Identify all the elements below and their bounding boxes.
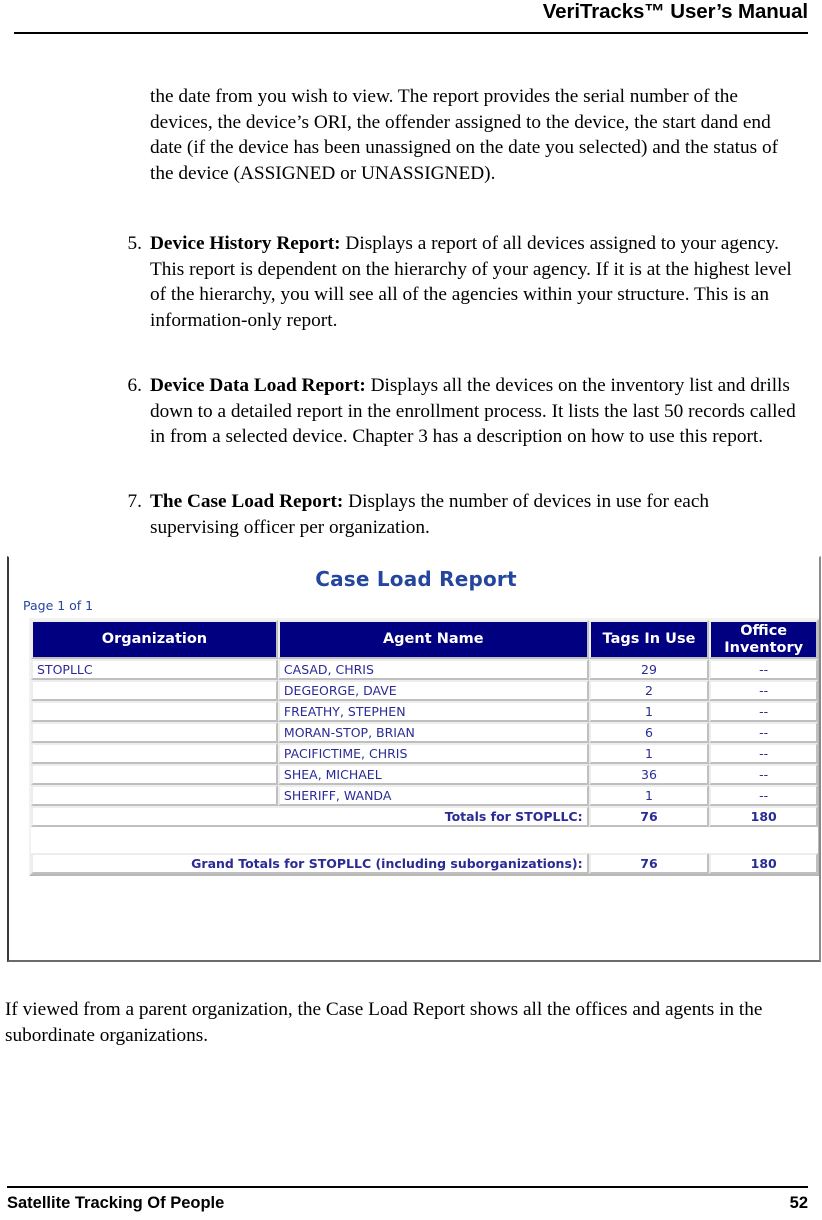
column-header-office-inventory-line2: Inventory <box>724 639 804 656</box>
cell-office-inventory: -- <box>709 680 818 701</box>
cell-tags-in-use: 1 <box>588 701 710 722</box>
page-footer: Satellite Tracking Of People 52 <box>7 1186 808 1220</box>
spacer-cell <box>709 827 818 853</box>
cell-office-inventory: -- <box>709 764 818 785</box>
cell-office-inventory: -- <box>709 701 818 722</box>
cell-tags-in-use: 2 <box>588 680 710 701</box>
cell-grand-totals-tags-in-use: 76 <box>588 853 710 874</box>
table-grand-totals-row: Grand Totals for STOPLLC (including subo… <box>31 853 818 874</box>
table-spacer-row <box>31 827 818 853</box>
cell-office-inventory: -- <box>709 659 818 680</box>
cell-agent-name: DEGEORGE, DAVE <box>277 680 589 701</box>
table-totals-row: Totals for STOPLLC: 76 180 <box>31 806 818 827</box>
report-title: Case Load Report <box>315 567 517 591</box>
footer-divider <box>7 1186 808 1188</box>
list-item-number: 5. <box>127 233 142 254</box>
cell-organization <box>31 680 278 701</box>
cell-organization <box>31 764 278 785</box>
column-header-agent-name[interactable]: Agent Name <box>277 620 589 659</box>
case-load-report-table: Organization Agent Name Tags In Use Offi… <box>29 618 819 876</box>
cell-grand-totals-office-inventory: 180 <box>709 853 818 874</box>
footer-page-number: 52 <box>789 1194 808 1212</box>
column-header-office-inventory[interactable]: Office Inventory <box>709 620 818 659</box>
column-header-agent-name-label: Agent Name <box>382 631 484 647</box>
cell-organization: STOPLLC <box>31 659 278 680</box>
spacer-cell <box>588 827 710 853</box>
list-item-body: Device Data Load Report: Displays all th… <box>150 373 796 450</box>
cell-agent-name: SHEA, MICHAEL <box>277 764 589 785</box>
list-item-number: 6. <box>127 375 142 396</box>
list-item: 7. The Case Load Report: Displays the nu… <box>114 489 796 540</box>
table-row: STOPLLC CASAD, CHRIS 29 -- <box>31 659 818 680</box>
column-header-organization[interactable]: Organization <box>31 620 278 659</box>
cell-agent-name: PACIFICTIME, CHRIS <box>277 743 589 764</box>
header-divider <box>14 32 808 34</box>
manual-title: VeriTracks™ User’s Manual <box>542 0 808 23</box>
list-item-number: 7. <box>127 491 142 512</box>
list-item-title: The Case Load Report: <box>150 491 344 512</box>
table-header: Organization Agent Name Tags In Use Offi… <box>31 620 818 659</box>
cell-office-inventory: -- <box>709 743 818 764</box>
list-item-title: Device History Report: <box>150 233 341 254</box>
case-load-report-screenshot: Case Load Report Page 1 of 1 Organizatio… <box>7 556 821 962</box>
cell-tags-in-use: 29 <box>588 659 710 680</box>
closing-paragraph: If viewed from a parent organization, th… <box>5 999 763 1046</box>
cell-organization <box>31 785 278 806</box>
table-row: MORAN-STOP, BRIAN 6 -- <box>31 722 818 743</box>
table-row: SHERIFF, WANDA 1 -- <box>31 785 818 806</box>
cell-organization <box>31 743 278 764</box>
cell-agent-name: CASAD, CHRIS <box>277 659 589 680</box>
list-item-body: The Case Load Report: Displays the numbe… <box>150 489 796 540</box>
cell-office-inventory: -- <box>709 785 818 806</box>
spacer-cell <box>31 827 278 853</box>
intro-paragraph: the date from you wish to view. The repo… <box>150 86 779 184</box>
cell-totals-office-inventory: 180 <box>709 806 818 827</box>
table-row: DEGEORGE, DAVE 2 -- <box>31 680 818 701</box>
table-row: PACIFICTIME, CHRIS 1 -- <box>31 743 818 764</box>
column-header-organization-label: Organization <box>101 631 208 647</box>
cell-organization <box>31 701 278 722</box>
list-item: 6. Device Data Load Report: Displays all… <box>114 373 796 450</box>
column-header-tags-in-use[interactable]: Tags In Use <box>588 620 710 659</box>
table-body: STOPLLC CASAD, CHRIS 29 -- DEGEORGE, DAV… <box>31 659 818 874</box>
report-page-label: Page 1 of 1 <box>23 598 94 613</box>
table-row: FREATHY, STEPHEN 1 -- <box>31 701 818 722</box>
cell-grand-totals-label: Grand Totals for STOPLLC (including subo… <box>31 853 589 874</box>
page-header: VeriTracks™ User’s Manual <box>14 0 808 36</box>
cell-totals-tags-in-use: 76 <box>588 806 710 827</box>
cell-organization <box>31 722 278 743</box>
cell-agent-name: FREATHY, STEPHEN <box>277 701 589 722</box>
cell-tags-in-use: 36 <box>588 764 710 785</box>
list-item-title: Device Data Load Report: <box>150 375 366 396</box>
cell-agent-name: MORAN-STOP, BRIAN <box>277 722 589 743</box>
list-item: 5. Device History Report: Displays a rep… <box>114 231 796 333</box>
cell-agent-name: SHERIFF, WANDA <box>277 785 589 806</box>
column-header-tags-in-use-label: Tags In Use <box>602 631 696 647</box>
table-header-row: Organization Agent Name Tags In Use Offi… <box>31 620 818 659</box>
cell-office-inventory: -- <box>709 722 818 743</box>
cell-tags-in-use: 1 <box>588 743 710 764</box>
spacer-cell <box>277 827 589 853</box>
column-header-office-inventory-line1: Office <box>740 622 788 639</box>
cell-tags-in-use: 6 <box>588 722 710 743</box>
table-row: SHEA, MICHAEL 36 -- <box>31 764 818 785</box>
cell-totals-label: Totals for STOPLLC: <box>31 806 589 827</box>
list-item-body: Device History Report: Displays a report… <box>150 231 796 333</box>
cell-tags-in-use: 1 <box>588 785 710 806</box>
footer-company-name: Satellite Tracking Of People <box>7 1194 225 1212</box>
